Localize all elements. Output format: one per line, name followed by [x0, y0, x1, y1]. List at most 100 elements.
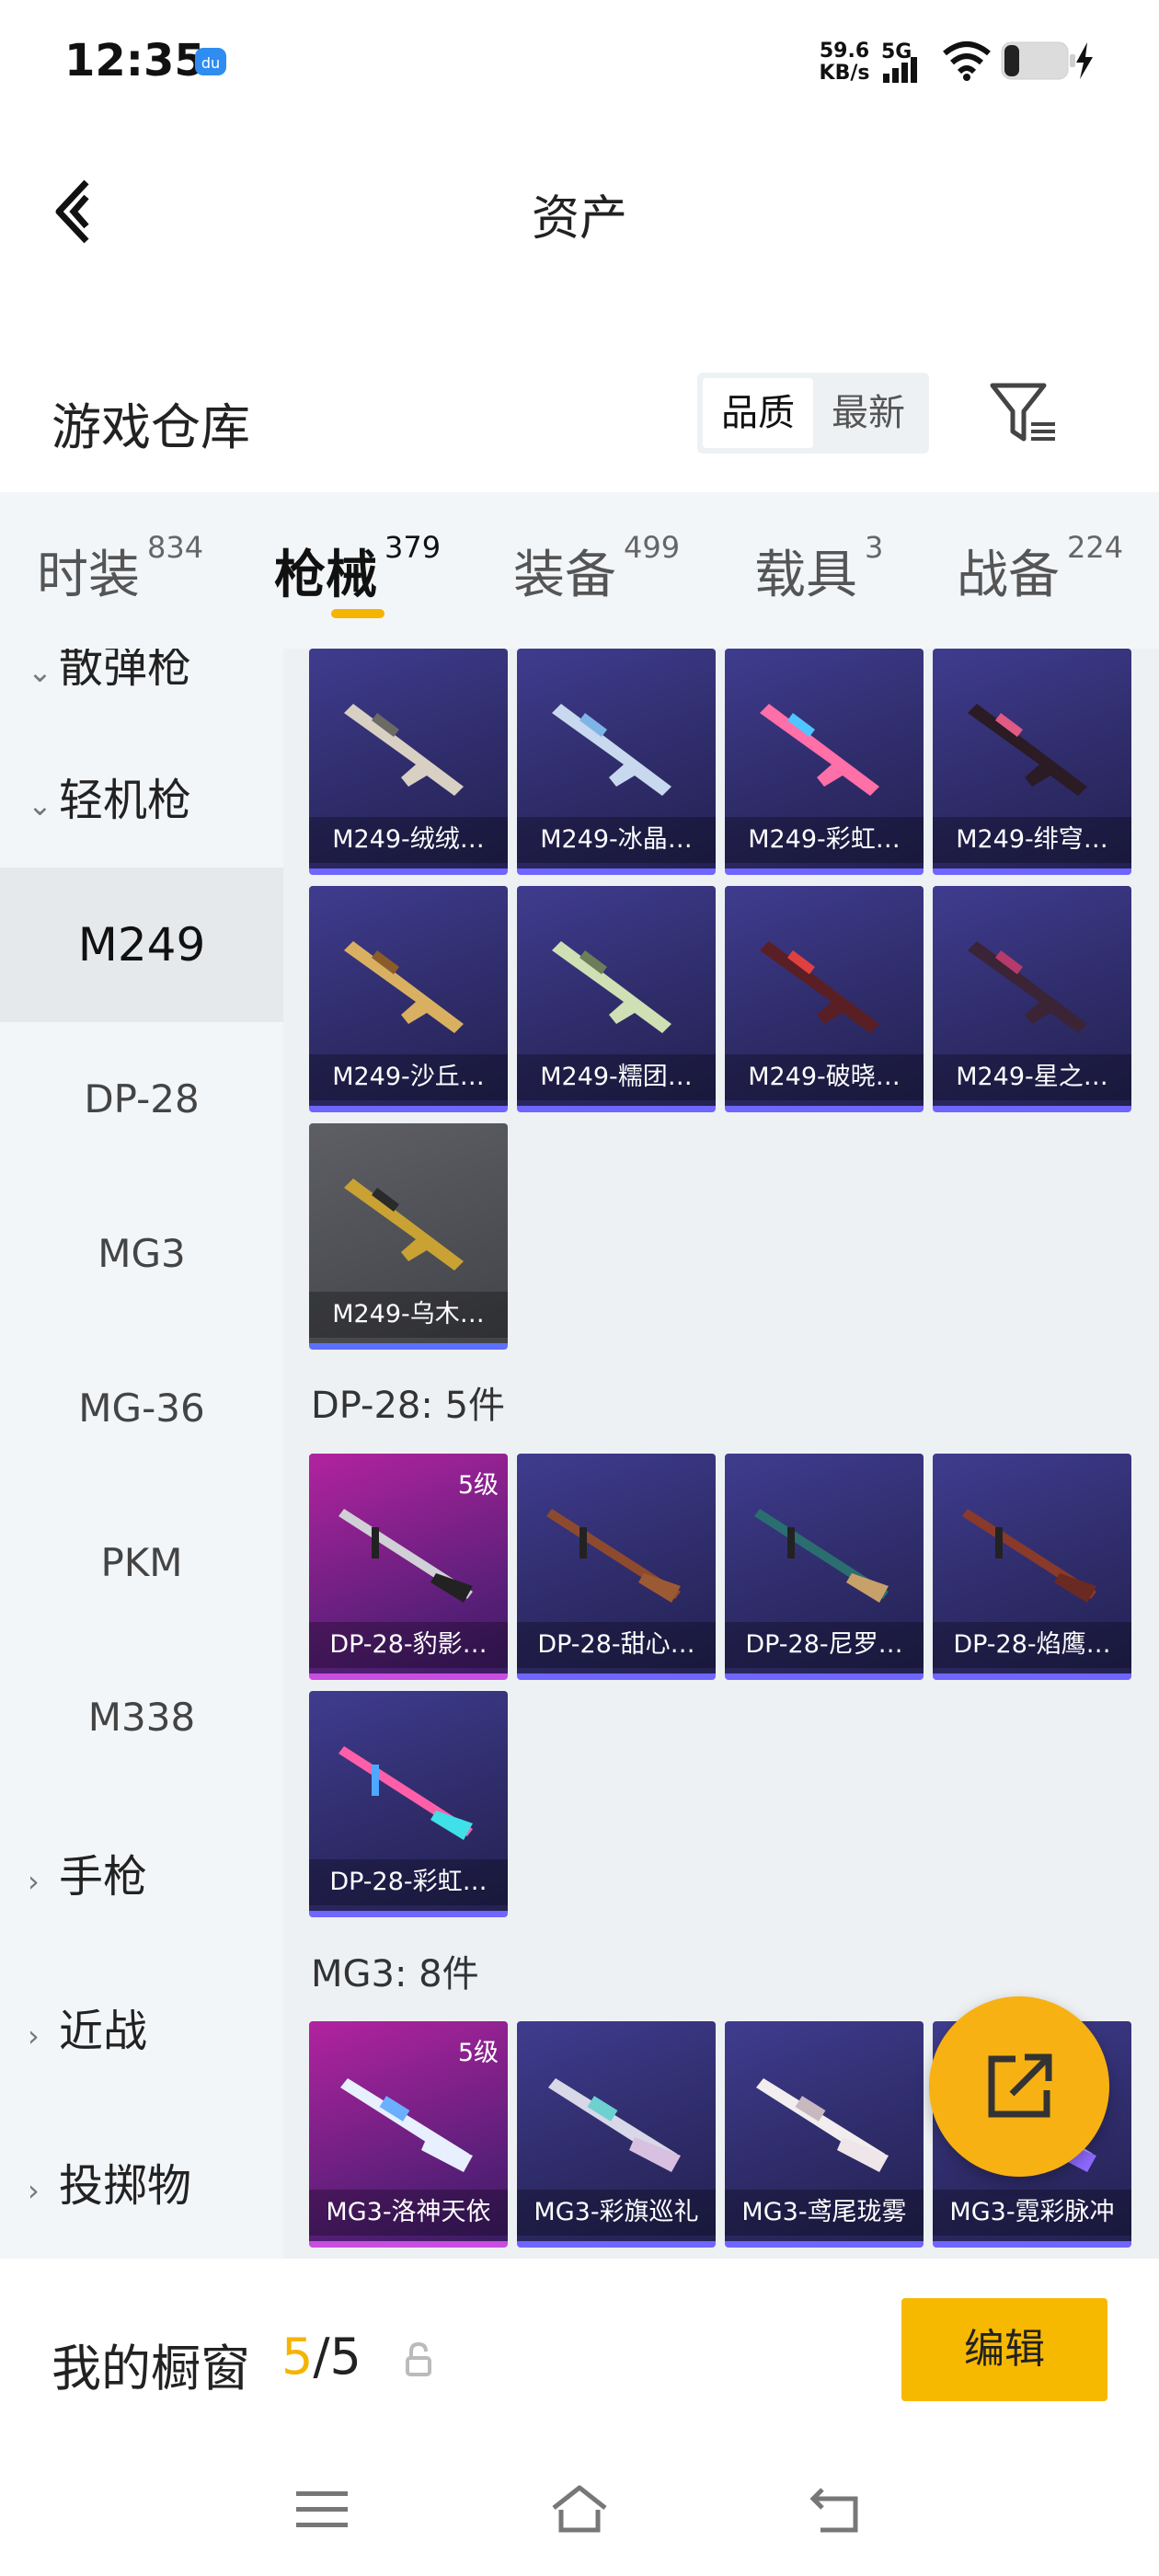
showcase-total: /5	[313, 2328, 361, 2386]
edit-button[interactable]: 编辑	[901, 2298, 1107, 2401]
chevron-right-icon: ›	[28, 1864, 40, 1899]
sidebar-item-m338[interactable]: M338	[0, 1640, 283, 1795]
net-speed-unit: KB/s	[819, 62, 870, 85]
active-tab-indicator	[331, 609, 384, 618]
tab-label: 战备	[957, 546, 1060, 605]
filter-icon[interactable]	[989, 382, 1058, 446]
weapon-card[interactable]: M249-冰晶…	[517, 649, 716, 875]
weapon-card[interactable]: M249-破晓…	[725, 886, 924, 1112]
tab-equipment[interactable]: 装备 499	[513, 530, 680, 608]
sidebar-group-shotgun[interactable]: ⌄ 散弹枪	[28, 649, 191, 695]
card-label: MG3-洛神天依	[309, 2190, 508, 2236]
rifle-icon	[968, 704, 1087, 796]
tab-vehicles[interactable]: 载具 3	[754, 530, 883, 608]
rifle-icon	[344, 704, 464, 796]
back-nav-icon[interactable]	[809, 2484, 865, 2536]
tab-count: 3	[865, 530, 884, 565]
clock: 12:35	[64, 35, 205, 86]
sidebar-group-label: 散弹枪	[59, 649, 192, 693]
rifle-icon	[546, 1509, 681, 1603]
sidebar-group-throwable[interactable]: › 投掷物	[28, 2149, 191, 2214]
sidebar-group-label: 轻机枪	[59, 775, 192, 826]
weapon-card[interactable]: M249-糯团…	[517, 886, 716, 1112]
weapon-card[interactable]: DP-28-彩虹…	[309, 1691, 508, 1917]
system-navigation-bar	[0, 2466, 1159, 2558]
weapon-card[interactable]: M249-彩虹…	[725, 649, 924, 875]
rifle-icon	[968, 941, 1087, 1033]
tab-count: 834	[147, 530, 204, 565]
card-label: M249-沙丘…	[309, 1054, 508, 1100]
weapon-card[interactable]: MG3-鸢尾珑雾	[725, 2021, 924, 2248]
showcase-label: 我的橱窗	[52, 2340, 250, 2398]
weapon-card[interactable]: DP-28-甜心…	[517, 1454, 716, 1680]
tab-count: 224	[1067, 530, 1124, 565]
chevron-down-icon: ⌄	[28, 654, 52, 689]
sort-quality-button[interactable]: 品质	[703, 378, 813, 448]
chevron-right-icon: ›	[28, 2173, 40, 2208]
section-title: 游戏仓库	[52, 398, 250, 456]
rifle-icon	[754, 1509, 889, 1603]
weapon-card[interactable]: MG3-彩旗巡礼	[517, 2021, 716, 2248]
weapon-card[interactable]: M249-绯穹…	[933, 649, 1131, 875]
rifle-icon	[339, 1509, 473, 1603]
card-label: MG3-鸢尾珑雾	[725, 2190, 924, 2236]
net-speed-value: 59.6	[819, 40, 870, 63]
sidebar-item-pkm[interactable]: PKM	[0, 1486, 283, 1640]
card-label: M249-冰晶…	[517, 817, 716, 863]
sidebar-group-pistol[interactable]: › 手枪	[28, 1840, 147, 1904]
rifle-icon	[962, 1509, 1096, 1603]
rifle-icon	[552, 941, 671, 1033]
weapon-card[interactable]: M249-星之…	[933, 886, 1131, 1112]
sidebar-item-m249[interactable]: M249	[0, 868, 283, 1022]
card-label: DP-28-焰鹰…	[933, 1622, 1131, 1668]
category-tabs: 时装 834 枪械 379 装备 499 载具 3 战备 224	[0, 492, 1159, 649]
sidebar-group-lmg[interactable]: ⌄ 轻机枪	[28, 764, 191, 828]
weapon-card[interactable]: M249-沙丘…	[309, 886, 508, 1112]
rifle-icon	[548, 2078, 681, 2172]
tab-fashion[interactable]: 时装 834	[37, 530, 203, 608]
weapon-card[interactable]: 5级 MG3-洛神天依	[309, 2021, 508, 2248]
weapon-card[interactable]: DP-28-尼罗…	[725, 1454, 924, 1680]
card-label: DP-28-彩虹…	[309, 1859, 508, 1905]
tab-firearms[interactable]: 枪械 379	[274, 530, 441, 608]
card-label: MG3-彩旗巡礼	[517, 2190, 716, 2236]
rifle-icon	[756, 2078, 889, 2172]
card-label: M249-糯团…	[517, 1054, 716, 1100]
app-notification-icon: du	[195, 48, 226, 75]
sort-toggle: 品质 最新	[697, 373, 929, 454]
charging-icon	[1076, 42, 1093, 79]
tab-label: 载具	[754, 546, 857, 605]
sidebar-group-melee[interactable]: › 近战	[28, 1995, 147, 2059]
sidebar-item-mg36[interactable]: MG-36	[0, 1331, 283, 1486]
sidebar-group-label: 投掷物	[59, 2160, 192, 2212]
weapon-category-sidebar: ⌄ 散弹枪 ⌄ 轻机枪 M249 DP-28 MG3 MG-36 PKM M338 …	[0, 649, 283, 2259]
home-icon[interactable]	[550, 2482, 609, 2534]
wifi-icon	[943, 41, 991, 81]
tab-label: 时装	[37, 546, 140, 605]
page-title: 资产	[531, 191, 627, 247]
sidebar-group-label: 近战	[59, 2006, 148, 2057]
tab-count: 499	[624, 530, 681, 565]
rifle-icon	[344, 941, 464, 1033]
showcase-current: 5	[281, 2328, 314, 2386]
rifle-icon	[340, 2078, 473, 2172]
network-speed: 59.6 KB/s	[817, 40, 872, 85]
rifle-icon	[552, 704, 671, 796]
tab-supplies[interactable]: 战备 224	[957, 530, 1123, 608]
share-icon	[988, 2053, 1052, 2118]
card-label: M249-乌木…	[309, 1292, 508, 1338]
sort-latest-button[interactable]: 最新	[813, 378, 924, 448]
card-label: M249-破晓…	[725, 1054, 924, 1100]
sidebar-item-mg3[interactable]: MG3	[0, 1177, 283, 1331]
weapon-card[interactable]: M249-乌木…	[309, 1123, 508, 1350]
menu-icon[interactable]	[296, 2488, 348, 2532]
card-label: DP-28-尼罗…	[725, 1622, 924, 1668]
weapon-card[interactable]: M249-绒绒…	[309, 649, 508, 875]
sidebar-item-dp28[interactable]: DP-28	[0, 1022, 283, 1177]
group-title-dp28: DP-28: 5件	[311, 1385, 506, 1427]
weapon-card[interactable]: DP-28-焰鹰…	[933, 1454, 1131, 1680]
card-label: MG3-霓彩脉冲	[933, 2190, 1131, 2236]
sidebar-group-label: 手枪	[59, 1851, 148, 1903]
weapon-card[interactable]: 5级 DP-28-豹影…	[309, 1454, 508, 1680]
share-button[interactable]	[929, 1996, 1109, 2177]
